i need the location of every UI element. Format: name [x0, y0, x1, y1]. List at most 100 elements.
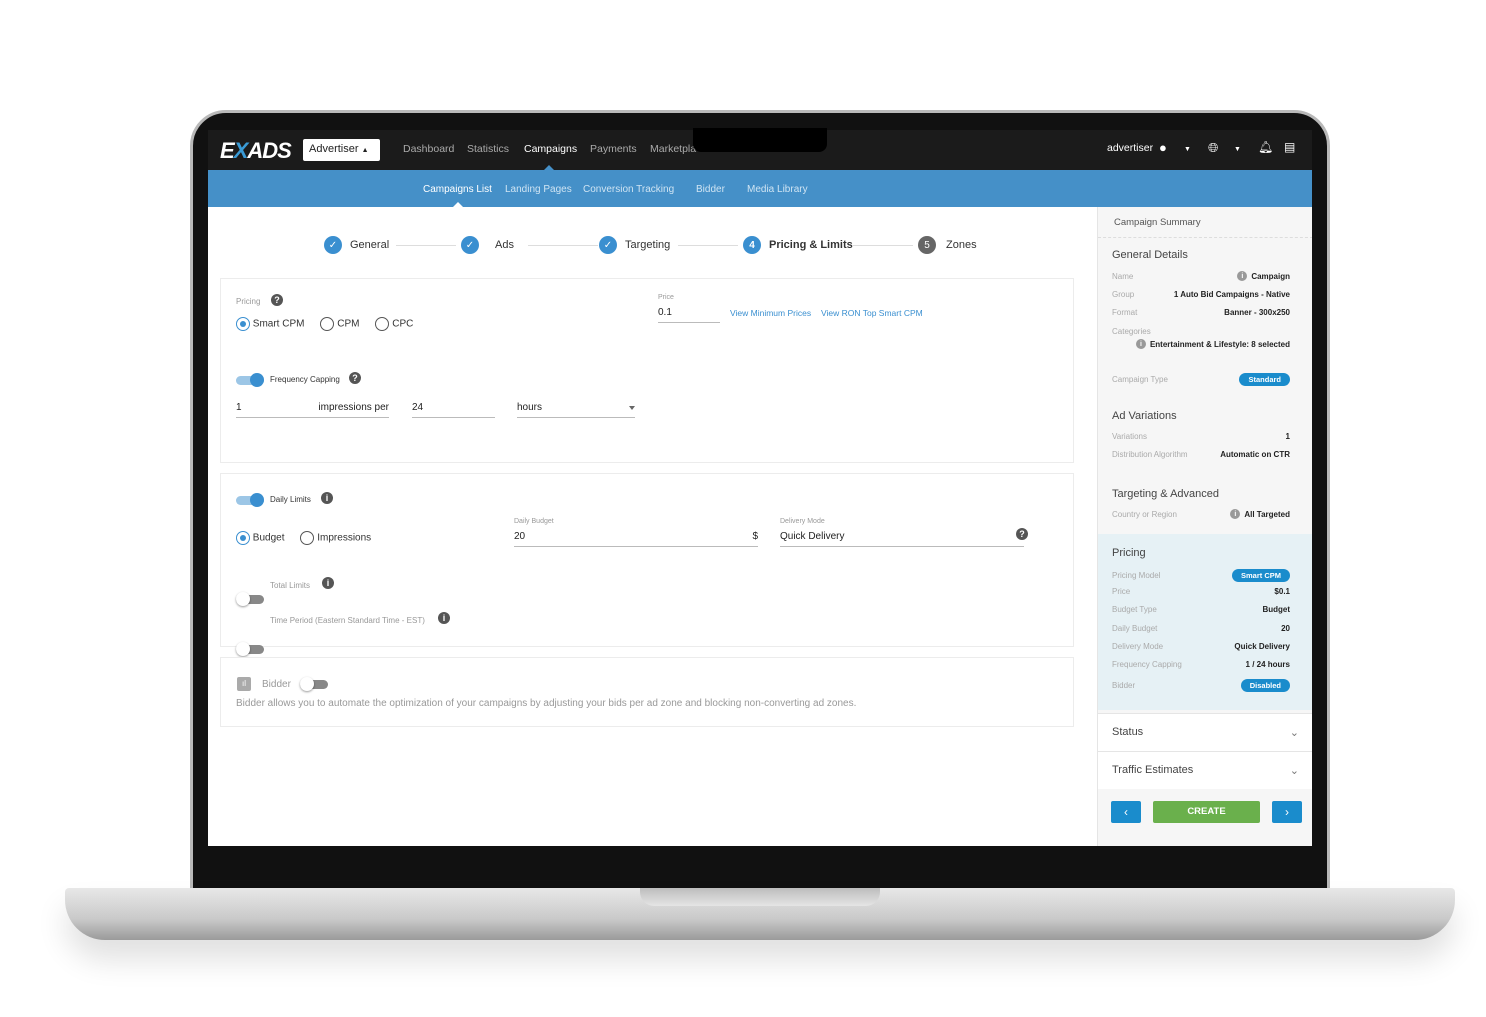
pricing-radio-group: Smart CPM CPM CPC	[236, 317, 413, 331]
limit-type-radio-group: Budget Impressions	[236, 531, 371, 545]
summary-row-categories-label: Categories	[1112, 327, 1151, 336]
caret-up-icon: ▲	[361, 147, 369, 154]
limits-panel: Daily Limits i Budget Impressions Daily …	[220, 473, 1074, 656]
time-period-toggle[interactable]	[236, 642, 264, 656]
summary-row-group: Group 1 Auto Bid Campaigns - Native	[1112, 290, 1290, 299]
info-icon[interactable]: i	[321, 492, 333, 504]
step-connector	[396, 245, 456, 246]
frequency-impressions-input[interactable]: 1 impressions per	[236, 402, 389, 418]
total-limits-toggle[interactable]	[236, 592, 264, 606]
bidder-panel: ıl Bidder Bidder allows you to automate …	[220, 657, 1074, 727]
frequency-unit-select[interactable]: hours	[517, 402, 635, 418]
info-icon: i	[1237, 271, 1248, 281]
daily-limits-toggle[interactable]	[236, 493, 264, 507]
subnav-landing-pages[interactable]: Landing Pages	[505, 184, 572, 195]
status-accordion[interactable]: Status ⌄	[1098, 713, 1312, 751]
subnav-media-library[interactable]: Media Library	[747, 184, 808, 195]
radio-button[interactable]	[375, 317, 390, 331]
info-icon: i	[1135, 339, 1146, 349]
radio-button[interactable]	[236, 317, 250, 331]
traffic-estimates-accordion[interactable]: Traffic Estimates ⌄	[1098, 751, 1312, 789]
chevron-right-icon: ›	[1285, 805, 1289, 819]
exads-logo[interactable]: EXADS	[220, 138, 292, 164]
summary-row-format: Format Banner - 300x250	[1112, 308, 1290, 317]
summary-row-categories: i Entertainment & Lifestyle: 8 selected	[1112, 339, 1290, 349]
radio-smart-cpm[interactable]: Smart CPM	[236, 317, 304, 331]
radio-impressions[interactable]: Impressions	[300, 531, 371, 545]
nav-payments[interactable]: Payments	[590, 143, 637, 155]
nav-marketplace[interactable]: Marketpla	[650, 143, 696, 155]
price-input[interactable]: 0.1	[658, 307, 720, 323]
bar-chart-icon: ıl	[237, 677, 251, 691]
delivery-mode-select[interactable]: Quick Delivery	[780, 531, 1024, 547]
view-minimum-prices-link[interactable]: View Minimum Prices	[730, 308, 811, 318]
step-zones[interactable]: 5 Zones	[918, 236, 977, 254]
role-selector[interactable]: Advertiser ▲	[303, 139, 380, 161]
summary-row-variations: Variations 1	[1112, 432, 1290, 441]
help-icon[interactable]: ?	[349, 372, 361, 384]
user-account-icon[interactable]: ●	[1159, 140, 1167, 155]
step-connector	[678, 245, 738, 246]
summary-row-daily-budget: Daily Budget 20	[1112, 624, 1290, 633]
chevron-down-icon: ⌄	[1289, 765, 1299, 777]
nav-campaigns[interactable]: Campaigns	[524, 143, 577, 155]
radio-button[interactable]	[236, 531, 250, 545]
camera-notch	[693, 128, 827, 152]
summary-row-frequency: Frequency Capping 1 / 24 hours	[1112, 660, 1290, 669]
help-icon[interactable]: ?	[271, 294, 283, 306]
check-icon: ✓	[461, 236, 479, 254]
radio-button[interactable]	[320, 317, 335, 331]
frequency-period-input[interactable]: 24	[412, 402, 495, 418]
step-connector	[528, 245, 598, 246]
step-pricing-limits[interactable]: 4 Pricing & Limits	[743, 236, 853, 254]
chevron-down-icon[interactable]: ▼	[1234, 146, 1241, 153]
radio-cpm[interactable]: CPM	[320, 317, 359, 331]
step-targeting[interactable]: ✓ Targeting	[599, 236, 670, 254]
radio-cpc[interactable]: CPC	[375, 317, 413, 331]
summary-row-pricing-model: Pricing Model Smart CPM	[1112, 569, 1290, 582]
notifications-icon[interactable]: 🔔︎	[1258, 140, 1273, 154]
subnav-conversion-tracking[interactable]: Conversion Tracking	[583, 184, 674, 195]
campaign-summary-panel: Campaign Summary General Details Name i Ca…	[1097, 207, 1312, 846]
summary-row-campaign-type: Campaign Type Standard	[1112, 373, 1290, 386]
messages-icon[interactable]: ▤	[1284, 140, 1295, 154]
info-icon: i	[1230, 509, 1241, 519]
subnav-campaigns-list[interactable]: Campaigns List	[423, 184, 492, 195]
nav-dashboard[interactable]: Dashboard	[403, 143, 454, 155]
summary-row-budget-type: Budget Type Budget	[1112, 605, 1290, 614]
daily-budget-input[interactable]: 20 $	[514, 531, 758, 547]
globe-icon[interactable]: 🌐︎	[1208, 140, 1218, 156]
chevron-down-icon[interactable]: ▼	[1184, 146, 1191, 153]
frequency-capping-toggle[interactable]	[236, 373, 264, 387]
laptop-base-notch	[640, 888, 880, 906]
chevron-left-icon: ‹	[1124, 805, 1128, 819]
create-button[interactable]: CREATE	[1153, 801, 1260, 823]
user-menu[interactable]: advertiser	[1107, 142, 1153, 154]
bidder-toggle[interactable]	[300, 677, 328, 691]
step-connector	[853, 245, 913, 246]
info-icon[interactable]: i	[322, 577, 334, 589]
summary-row-country: Country or Region i All Targeted	[1112, 509, 1290, 519]
next-button[interactable]: ›	[1272, 801, 1302, 823]
dropdown-arrow-icon	[629, 405, 635, 410]
info-icon[interactable]: i	[438, 612, 450, 624]
step-general[interactable]: ✓ General	[324, 236, 389, 254]
radio-button[interactable]	[300, 531, 315, 545]
nav-statistics[interactable]: Statistics	[467, 143, 509, 155]
step-ads[interactable]: ✓ Ads	[461, 236, 514, 254]
help-icon[interactable]: ?	[1016, 528, 1028, 540]
chevron-down-icon: ⌄	[1289, 727, 1299, 739]
pricing-panel: Pricing ? Smart CPM CPM CPC Price 0.1 Vi…	[220, 278, 1074, 463]
view-ron-top-smart-cpm-link[interactable]: View RON Top Smart CPM	[821, 308, 923, 318]
summary-title: Campaign Summary	[1098, 207, 1312, 238]
subnav-bidder[interactable]: Bidder	[696, 184, 725, 195]
check-icon: ✓	[599, 236, 617, 254]
previous-button[interactable]: ‹	[1111, 801, 1141, 823]
summary-row-algorithm: Distribution Algorithm Automatic on CTR	[1112, 450, 1290, 459]
app-screen: EXADS Advertiser ▲ Dashboard Statistics …	[208, 130, 1312, 846]
summary-row-price: Price $0.1	[1112, 587, 1290, 596]
sub-navbar: Campaigns List Landing Pages Conversion …	[208, 170, 1312, 207]
radio-budget[interactable]: Budget	[236, 531, 284, 545]
active-indicator	[453, 202, 463, 207]
summary-row-name: Name i Campaign	[1112, 271, 1290, 281]
